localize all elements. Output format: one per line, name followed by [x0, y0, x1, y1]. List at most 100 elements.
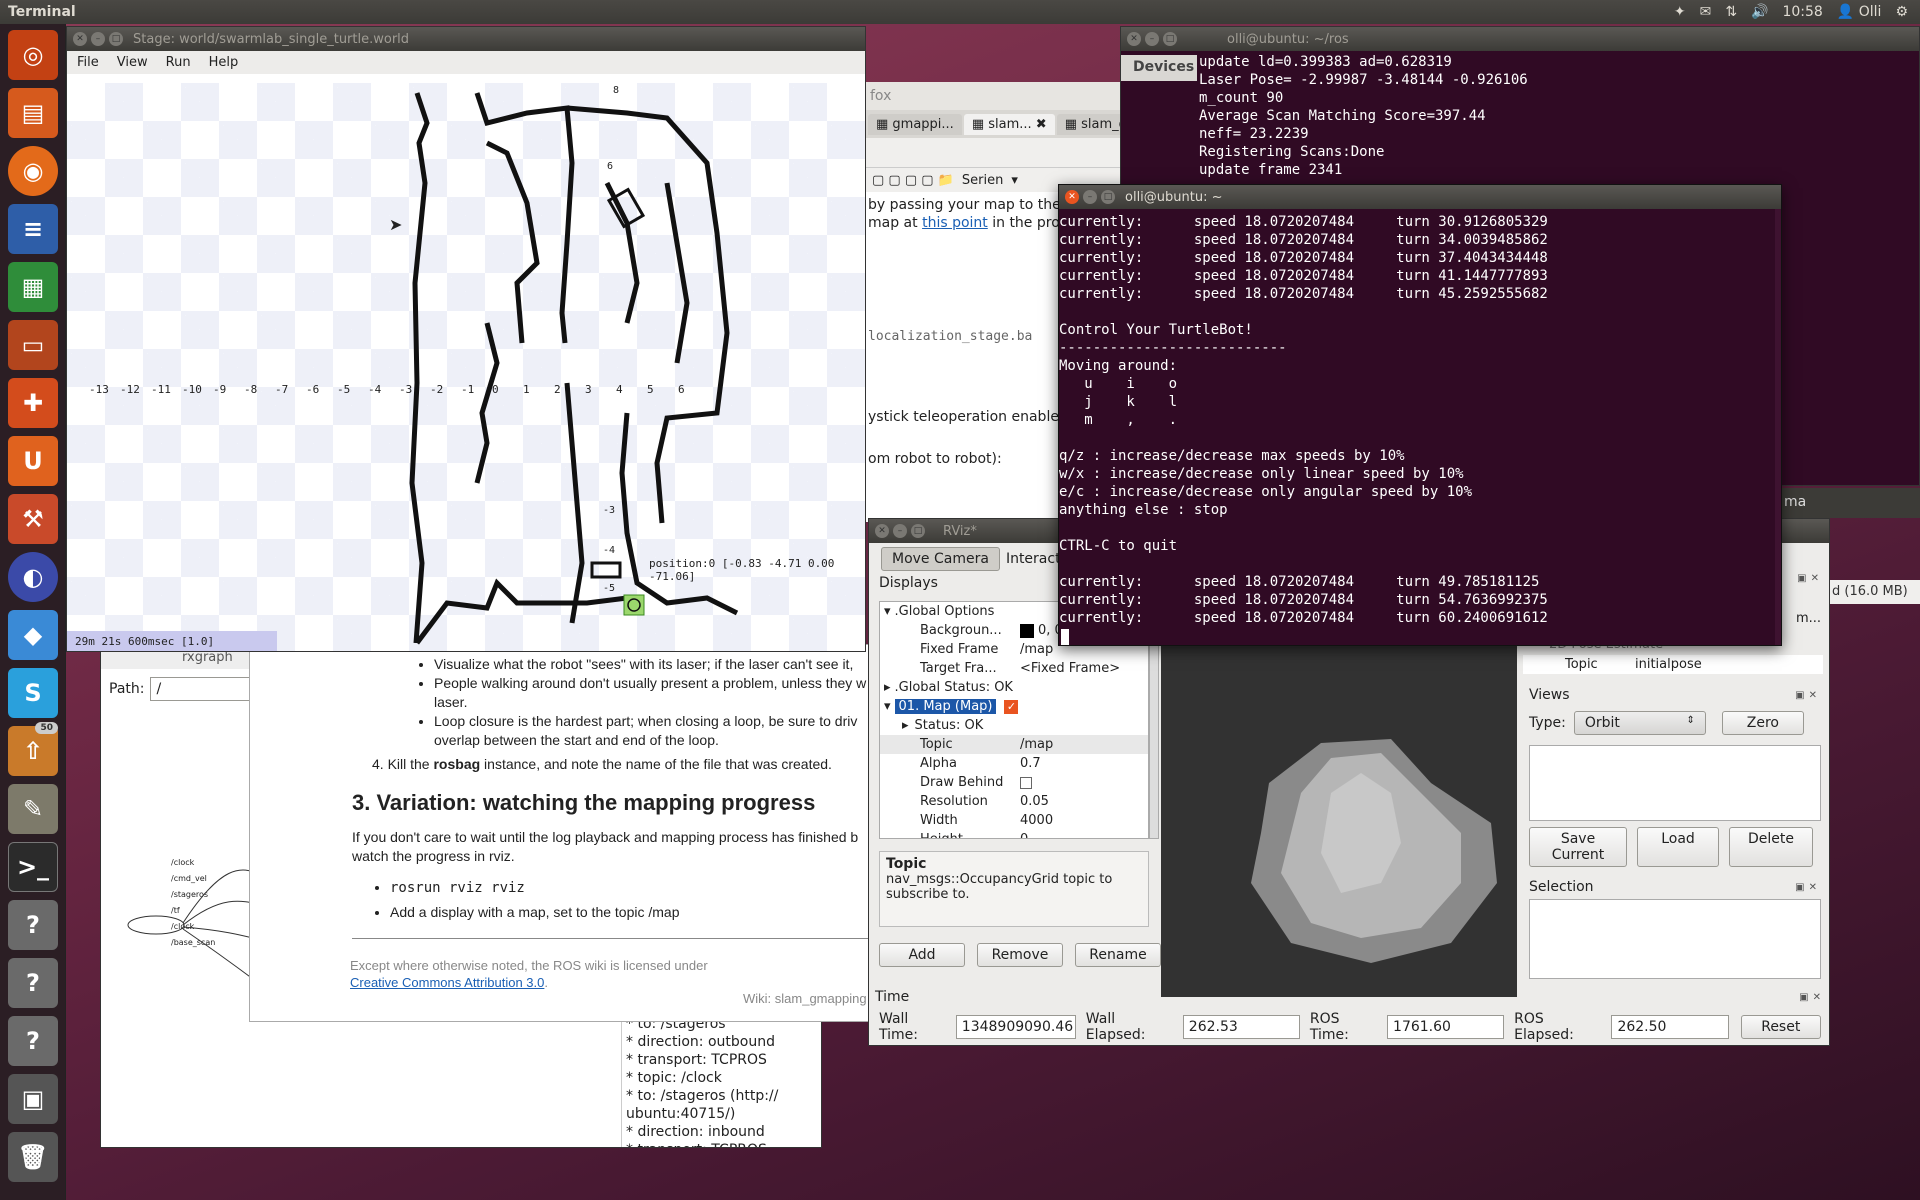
graph-node-label[interactable]: /clock	[171, 919, 215, 935]
property-value: /map	[1020, 737, 1054, 752]
firefox-icon[interactable]: ◉	[8, 146, 58, 196]
dock-buttons[interactable]: ▣✕	[1795, 882, 1821, 893]
graph-node-label[interactable]: /stageros	[171, 887, 215, 903]
draw-behind-checkbox[interactable]	[1020, 776, 1032, 789]
this-point-link[interactable]: this point	[922, 215, 988, 231]
graph-node-label[interactable]: /base_scan	[171, 935, 215, 951]
unknown-app-icon[interactable]: ?	[8, 900, 58, 950]
load-button[interactable]: Load	[1637, 827, 1719, 867]
map-property-row[interactable]: Draw Behind	[880, 773, 1148, 792]
clock[interactable]: 10:58	[1782, 4, 1822, 20]
terminal-ros-output[interactable]: update ld=0.399383 ad=0.628319 Laser Pose…	[1199, 53, 1919, 203]
update-manager-icon[interactable]: ⇧ 50	[8, 722, 58, 776]
impress-icon[interactable]: ▭	[8, 320, 58, 370]
map-property-row[interactable]: Height0	[880, 830, 1148, 838]
unknown-app-icon[interactable]: ?	[8, 958, 58, 1008]
maximize-icon[interactable]: □	[109, 32, 123, 46]
save-current-button[interactable]: Save Current	[1529, 827, 1627, 867]
system-settings-icon[interactable]: ⚒	[8, 494, 58, 544]
ubuntu-one-icon[interactable]: U	[8, 436, 58, 486]
dock-buttons[interactable]: ▣✕	[1797, 573, 1823, 584]
unknown-app-icon[interactable]: ?	[8, 1016, 58, 1066]
map-status-row[interactable]: ▸ Status: OK	[880, 716, 1148, 735]
rviz-3d-view[interactable]	[1161, 643, 1517, 997]
enabled-checkbox[interactable]: ✓	[1004, 699, 1019, 714]
minimize-icon[interactable]: –	[893, 524, 907, 538]
dash-home-icon[interactable]: ◎	[8, 30, 58, 80]
maximize-icon[interactable]: □	[911, 524, 925, 538]
saved-views-list[interactable]	[1529, 745, 1821, 821]
workspace-switcher-icon[interactable]: ▣	[8, 1074, 58, 1124]
eclipse-icon[interactable]: ◐	[8, 552, 58, 602]
menu-file[interactable]: File	[77, 55, 99, 70]
close-icon[interactable]: ✕	[73, 32, 87, 46]
map-property-row[interactable]: Width 4000	[880, 811, 1148, 830]
tab-label: slam...	[988, 116, 1032, 132]
move-camera-tool[interactable]: Move Camera	[881, 547, 1000, 571]
software-center-icon[interactable]: ✚	[8, 378, 58, 428]
files-icon[interactable]: ▤	[8, 88, 58, 138]
terminal-main-output[interactable]: currently: speed 18.0720207484 turn 30.9…	[1059, 213, 1775, 645]
map-property-row[interactable]: Topic/map	[880, 735, 1148, 754]
close-tab-icon[interactable]: ✖	[1032, 117, 1047, 132]
close-icon[interactable]: ✕	[1065, 190, 1079, 204]
map-property-row[interactable]: Resolution 0.05	[880, 792, 1148, 811]
graph-node-label[interactable]: /cmd_vel	[171, 871, 215, 887]
pose-topic-row[interactable]: Topic initialpose	[1523, 655, 1823, 674]
add-display-button[interactable]: Add	[879, 943, 965, 967]
minimize-icon[interactable]: –	[1145, 32, 1159, 46]
terminal-scrollbar[interactable]	[1775, 209, 1781, 645]
maximize-icon[interactable]: □	[1101, 190, 1115, 204]
menu-view[interactable]: View	[117, 55, 148, 70]
gimp-icon[interactable]: ✎	[8, 784, 58, 834]
wall-elapsed-field[interactable]: 262.53	[1182, 1015, 1300, 1039]
selection-list[interactable]	[1529, 899, 1821, 979]
mail-icon[interactable]: ✉	[1700, 4, 1712, 20]
menu-run[interactable]: Run	[166, 55, 191, 70]
zero-button[interactable]: Zero	[1721, 711, 1804, 735]
minimize-icon[interactable]: –	[1083, 190, 1097, 204]
graph-node-label[interactable]: /tf	[171, 903, 215, 919]
trash-icon[interactable]: 🗑	[8, 1132, 58, 1182]
power-icon[interactable]: ⚙	[1895, 4, 1908, 20]
dropbox-launcher-icon[interactable]: ◆	[8, 610, 58, 660]
maximize-icon[interactable]: □	[1163, 32, 1177, 46]
rename-display-button[interactable]: Rename	[1075, 943, 1161, 967]
terminal-icon[interactable]: >_	[8, 842, 58, 892]
devices-tab[interactable]: Devices	[1121, 55, 1197, 81]
close-icon[interactable]: ✕	[1127, 32, 1141, 46]
stage-canvas[interactable]: -13 -12 -11 -10 -9 -8 -7 -6 -5 -4 -3 -2 -1 0 1 2 3 4 5 6 8 …	[67, 83, 865, 651]
calc-icon[interactable]: ▦	[8, 262, 58, 312]
terminal-line: neff= 23.2239	[1199, 126, 1309, 142]
license-link[interactable]: Creative Commons Attribution 3.0	[350, 975, 544, 990]
global-status-row[interactable]: ▸ .Global Status: OK	[880, 678, 1148, 697]
network-icon[interactable]: ⇅	[1725, 4, 1737, 20]
bookmark-serien[interactable]: Serien	[962, 173, 1003, 188]
map-property-row[interactable]: Alpha 0.7	[880, 754, 1148, 773]
dock-buttons[interactable]: ▣✕	[1799, 992, 1825, 1003]
writer-icon[interactable]: ≡	[8, 204, 58, 254]
menu-help[interactable]: Help	[209, 55, 239, 70]
remove-display-button[interactable]: Remove	[977, 943, 1063, 967]
user-menu[interactable]: 👤 Olli	[1837, 4, 1882, 20]
interact-tool[interactable]: Interact	[1006, 551, 1061, 567]
ros-elapsed-field[interactable]: 262.50	[1611, 1015, 1729, 1039]
map-display-row[interactable]: ▾ 01. Map (Map) ✓	[880, 697, 1148, 716]
minimize-icon[interactable]: –	[91, 32, 105, 46]
browser-tab[interactable]: ▦ slam... ✖	[963, 113, 1055, 135]
dropbox-icon[interactable]: ✦	[1674, 4, 1686, 20]
skype-icon[interactable]: S	[8, 668, 58, 718]
graph-node-label[interactable]: /clock	[171, 855, 215, 871]
volume-icon[interactable]: 🔊	[1751, 4, 1768, 20]
browser-tab[interactable]: ▦ gmappi...	[868, 113, 962, 135]
close-icon[interactable]: ✕	[875, 524, 889, 538]
target-frame-row[interactable]: Target Fra... <Fixed Frame>	[880, 659, 1148, 678]
view-type-select[interactable]: Orbit ⇕	[1573, 711, 1706, 735]
robot-pose-label: position:0 [-0.83 -4.71 0.00 -71.06]	[649, 557, 835, 583]
delete-button[interactable]: Delete	[1729, 827, 1813, 867]
wall-time-field[interactable]: 1348909090.46	[955, 1015, 1076, 1039]
ros-time-field[interactable]: 1761.60	[1387, 1015, 1505, 1039]
reset-button[interactable]: Reset	[1740, 1015, 1821, 1039]
x-tick: 3	[585, 383, 592, 396]
dock-buttons[interactable]: ▣✕	[1795, 690, 1821, 701]
